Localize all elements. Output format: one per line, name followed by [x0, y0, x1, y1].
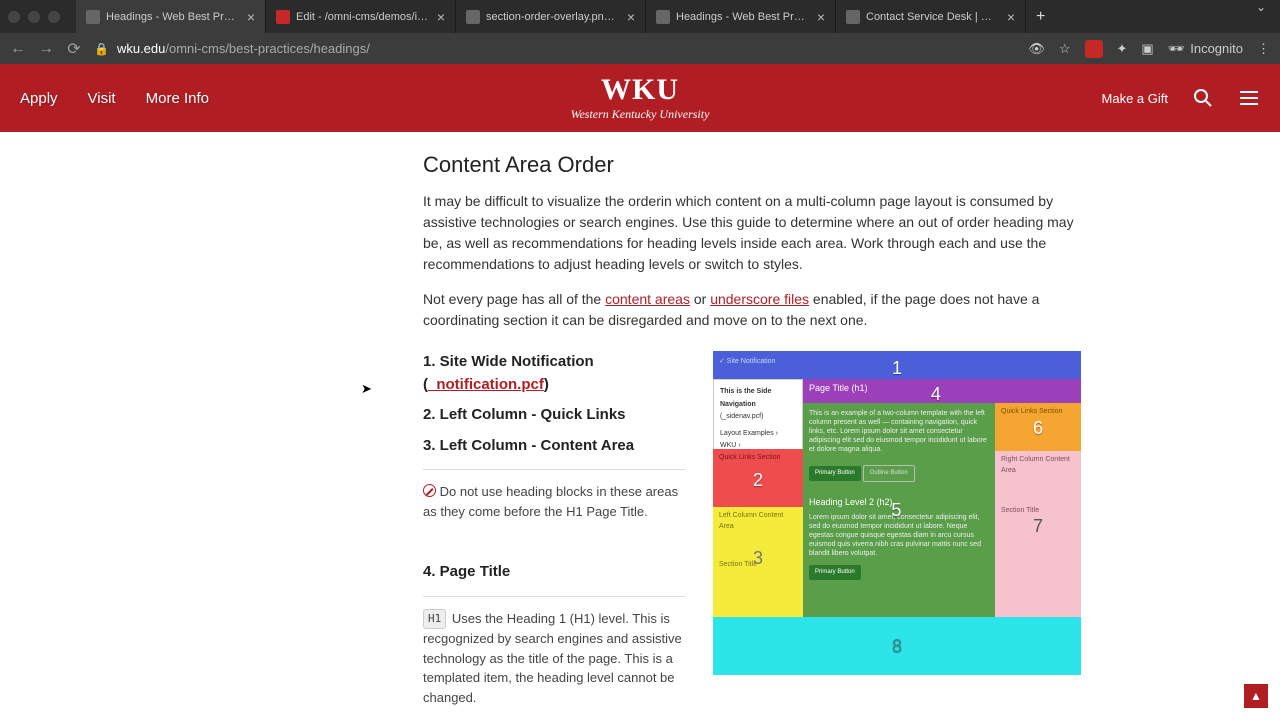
prohibited-icon — [423, 484, 436, 497]
section-order-diagram: ✓ Site Notification 1 This is the Side N… — [713, 351, 1081, 675]
minimize-window[interactable] — [28, 11, 40, 23]
url-domain: wku.edu — [117, 41, 165, 56]
maximize-window[interactable] — [48, 11, 60, 23]
close-icon[interactable]: × — [247, 9, 255, 25]
tab-title: section-order-overlay.png (12 — [486, 11, 621, 23]
tab-strip: Headings - Web Best Practice × Edit - /o… — [76, 0, 1272, 33]
bookmark-icon[interactable]: ☆ — [1059, 41, 1071, 57]
incognito-label: Incognito — [1190, 41, 1243, 56]
article: Content Area Order It may be difficult t… — [423, 148, 1083, 720]
header-nav-right: Make a Gift — [1102, 87, 1260, 109]
header-nav-left: Apply Visit More Info — [20, 90, 209, 107]
extension-ublock-icon[interactable] — [1085, 40, 1103, 58]
warning-note: Do not use heading blocks in these areas… — [423, 482, 685, 521]
order-item-3: 3. Left Column - Content Area — [423, 435, 685, 458]
site-header: Apply Visit More Info WKU Western Kentuc… — [0, 64, 1280, 132]
section-heading: Content Area Order — [423, 148, 1083, 181]
incognito-icon: 🕶 — [1168, 41, 1185, 57]
tabs-overflow-icon[interactable]: ⌄ — [1250, 0, 1272, 33]
order-list: 1. Site Wide Notification (_notification… — [423, 351, 685, 720]
divider — [423, 596, 685, 597]
order-item-1: 1. Site Wide Notification (_notification… — [423, 351, 685, 396]
link-notification-pcf[interactable]: _notification.pcf — [428, 376, 544, 393]
favicon — [846, 10, 860, 24]
nav-more-info[interactable]: More Info — [146, 90, 209, 107]
browser-toolbar: ← → ⟳ 🔒 wku.edu/omni-cms/best-practices/… — [0, 33, 1280, 64]
tab-5[interactable]: Contact Service Desk | Weste × — [836, 0, 1026, 33]
tab-title: Contact Service Desk | Weste — [866, 11, 1001, 23]
address-bar[interactable]: 🔒 wku.edu/omni-cms/best-practices/headin… — [94, 41, 1016, 56]
close-icon[interactable]: × — [437, 9, 445, 25]
incognito-indicator[interactable]: 🕶 Incognito — [1168, 41, 1243, 57]
tab-title: Headings - Web Best Practice — [106, 11, 241, 23]
toolbar-right: 👁 ☆ ✦ ▣ 🕶 Incognito ⋮ — [1028, 40, 1270, 58]
back-button[interactable]: ← — [10, 40, 26, 58]
link-underscore-files[interactable]: underscore files — [710, 291, 809, 307]
diagram-region-1: ✓ Site Notification 1 — [713, 351, 1081, 379]
window-controls — [8, 11, 60, 23]
extensions-icon[interactable]: ✦ — [1117, 41, 1128, 57]
tab-3[interactable]: section-order-overlay.png (12 × — [456, 0, 646, 33]
site-logo[interactable]: WKU Western Kentucky University — [571, 75, 710, 122]
diagram-region-3: Left Column Content Area 3 Section Title — [713, 507, 803, 617]
divider — [423, 469, 685, 470]
favicon — [86, 10, 100, 24]
lock-icon: 🔒 — [94, 42, 109, 56]
page-content: Content Area Order It may be difficult t… — [0, 132, 1280, 720]
nav-make-gift[interactable]: Make a Gift — [1102, 91, 1168, 106]
h1-note: H1 Uses the Heading 1 (H1) level. This i… — [423, 609, 685, 708]
diagram-region-8: 8 — [713, 617, 1081, 675]
new-tab-button[interactable]: + — [1026, 0, 1055, 33]
tab-1[interactable]: Headings - Web Best Practice × — [76, 0, 266, 33]
eye-off-icon[interactable]: 👁 — [1028, 41, 1045, 57]
intro-paragraph-1: It may be difficult to visualize the ord… — [423, 191, 1083, 275]
tab-4[interactable]: Headings - Web Best Practice × — [646, 0, 836, 33]
menu-icon[interactable]: ⋮ — [1257, 41, 1270, 57]
diagram-column: ✓ Site Notification 1 This is the Side N… — [713, 351, 1083, 720]
search-icon[interactable] — [1192, 87, 1214, 109]
order-item-4: 4. Page Title — [423, 561, 685, 584]
hamburger-icon[interactable] — [1238, 87, 1260, 109]
close-icon[interactable]: × — [1007, 9, 1015, 25]
tab-2[interactable]: Edit - /omni-cms/demos/inde × — [266, 0, 456, 33]
h1-badge: H1 — [423, 609, 446, 630]
browser-title-bar: Headings - Web Best Practice × Edit - /o… — [0, 0, 1280, 33]
close-icon[interactable]: × — [817, 9, 825, 25]
reload-button[interactable]: ⟳ — [66, 39, 82, 59]
nav-visit[interactable]: Visit — [88, 90, 116, 107]
nav-apply[interactable]: Apply — [20, 90, 58, 107]
sidepanel-icon[interactable]: ▣ — [1141, 41, 1153, 57]
intro-paragraph-2: Not every page has all of the content ar… — [423, 289, 1083, 331]
logo-subtitle: Western Kentucky University — [571, 107, 710, 122]
diagram-region-2: Quick Links Section 2 — [713, 449, 803, 507]
favicon — [276, 10, 290, 24]
diagram-region-4: Page Title (h1) 4 — [803, 379, 1081, 403]
tab-title: Headings - Web Best Practice — [676, 11, 811, 23]
two-column-layout: 1. Site Wide Notification (_notification… — [423, 351, 1083, 720]
logo-mark: WKU — [571, 75, 710, 105]
url-path: /omni-cms/best-practices/headings/ — [165, 41, 369, 56]
diagram-region-6: Quick Links Section 6 — [995, 403, 1081, 451]
favicon — [466, 10, 480, 24]
close-icon[interactable]: × — [627, 9, 635, 25]
order-item-2: 2. Left Column - Quick Links — [423, 404, 685, 427]
close-window[interactable] — [8, 11, 20, 23]
favicon — [656, 10, 670, 24]
page-viewport: Apply Visit More Info WKU Western Kentuc… — [0, 64, 1280, 720]
scroll-to-top-button[interactable]: ▲ — [1244, 684, 1268, 708]
forward-button[interactable]: → — [38, 40, 54, 58]
link-content-areas[interactable]: content areas — [605, 291, 690, 307]
tab-title: Edit - /omni-cms/demos/inde — [296, 11, 431, 23]
